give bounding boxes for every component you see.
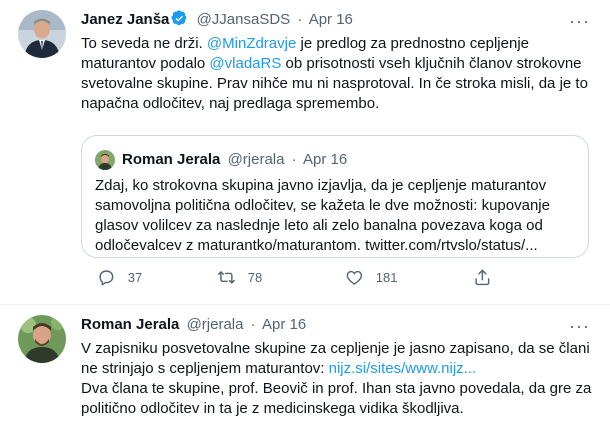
avatar-photo	[18, 10, 66, 58]
tweet-roman-jerala[interactable]: Roman Jerala @rjerala · Apr 16 ··· V zap…	[0, 305, 610, 421]
quote-avatar	[95, 150, 115, 170]
tweet-janez-jansa[interactable]: Janez Janša @JJansaSDS · Apr 16 ··· To s…	[0, 0, 610, 304]
retweet-icon	[217, 271, 235, 284]
like-button[interactable]: 181	[345, 268, 397, 287]
quote-author-name: Roman Jerala	[122, 151, 221, 168]
separator-dot: ·	[297, 11, 303, 28]
avatar-photo	[18, 315, 66, 363]
mention-minzdravje[interactable]: @MinZdravje	[207, 35, 296, 52]
quote-author-handle: @rjerala	[227, 151, 285, 168]
more-options-icon[interactable]: ···	[569, 12, 590, 30]
author-handle[interactable]: @JJansaSDS	[197, 11, 291, 28]
like-count: 181	[375, 269, 398, 285]
tweet-text-part: Dva člana te skupine, prof. Beovič in pr…	[81, 380, 592, 417]
avatar-roman-jerala[interactable]	[18, 315, 66, 363]
link-nijz[interactable]: nijz.si/sites/www.nijz...	[329, 360, 477, 377]
author-name[interactable]: Roman Jerala	[81, 316, 179, 333]
heart-icon	[346, 270, 363, 285]
quoted-tweet[interactable]: Roman Jerala @rjerala · Apr 16 Zdaj, ko …	[81, 135, 589, 258]
more-options-icon[interactable]: ···	[569, 317, 590, 335]
tweet-text: To seveda ne drži. @MinZdravje je predlo…	[81, 34, 593, 114]
mention-vladars[interactable]: @vladaRS	[209, 55, 281, 72]
quote-date: Apr 16	[303, 151, 348, 168]
reply-button[interactable]: 37	[97, 268, 142, 287]
avatar-photo	[95, 150, 115, 170]
tweet-date[interactable]: Apr 16	[262, 316, 306, 333]
author-name[interactable]: Janez Janša	[81, 11, 169, 28]
share-button[interactable]	[473, 268, 504, 287]
tweet-header: Roman Jerala @rjerala · Apr 16	[81, 315, 306, 335]
reply-icon	[99, 270, 114, 286]
retweet-count: 78	[247, 269, 263, 285]
action-bar: 37 78 181	[97, 268, 517, 292]
tweet-text-part: To seveda ne drži.	[81, 35, 207, 52]
separator-dot: ·	[291, 151, 297, 168]
tweet-date[interactable]: Apr 16	[309, 11, 353, 28]
verified-badge-icon	[171, 10, 187, 26]
reply-count: 37	[127, 269, 143, 285]
retweet-button[interactable]: 78	[217, 268, 262, 287]
tweet-header: Janez Janša @JJansaSDS · Apr 16	[81, 10, 353, 30]
share-icon	[475, 269, 490, 286]
avatar-janez-jansa[interactable]	[18, 10, 66, 58]
separator-dot: ·	[250, 316, 256, 333]
quote-header: Roman Jerala @rjerala · Apr 16	[122, 150, 347, 170]
author-handle[interactable]: @rjerala	[187, 316, 244, 333]
tweet-text: V zapisniku posvetovalne skupine za cepl…	[81, 339, 606, 419]
quote-text: Zdaj, ko strokovna skupina javno izjavlj…	[95, 177, 550, 254]
